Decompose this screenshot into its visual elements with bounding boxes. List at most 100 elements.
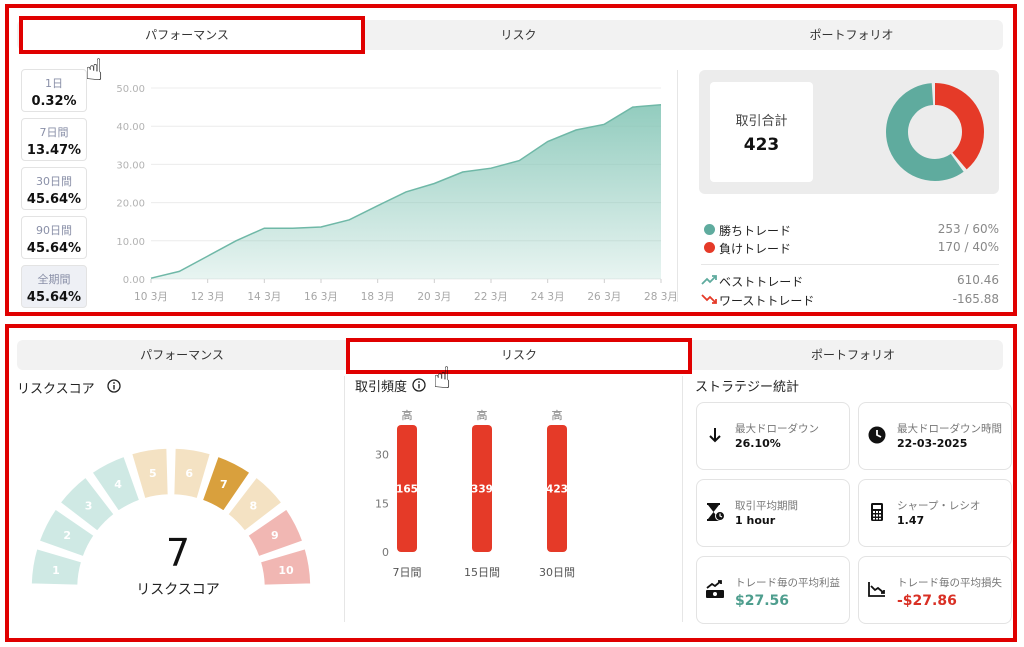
y-tick-label: 40.00 (116, 122, 145, 133)
trade-frequency-chart: 0 15 30 高 165 7日間 高 339 15日間 高 423 30日間 (375, 408, 575, 579)
risk-score-title: リスクスコア (17, 382, 95, 397)
stat-value: -$27.86 (897, 593, 957, 609)
period-label: 90日間 (36, 224, 72, 237)
top-tab-bar: パフォーマンス リスク ポートフォリオ (17, 16, 1003, 54)
stat-value: 26.10% (735, 437, 781, 450)
x-tick-label: 22 3月 (474, 291, 508, 303)
x-tick-label: 12 3月 (191, 291, 225, 303)
tab-risk[interactable]: リスク (352, 20, 685, 50)
period-7d[interactable]: 7日間 13.47% (21, 118, 87, 161)
x-tick-label: 24 3月 (531, 291, 565, 303)
performance-chart: 0.00 10.00 20.00 30.00 40.00 50.00 10 3月 12 3月 1… (116, 84, 678, 303)
tab-portfolio[interactable]: ポートフォリオ (688, 340, 1018, 370)
tab-performance[interactable]: パフォーマンス (17, 340, 347, 370)
strategy-stats-title: ストラテジー統計 (695, 380, 800, 395)
win-value: 253 / 60% (937, 222, 999, 236)
best-trade-row: ベストトレード 610.46 (701, 272, 999, 290)
best-trade-value: 610.46 (957, 273, 999, 287)
loss-dot-icon (704, 242, 715, 253)
loss-row: 負けトレード 170 / 40% (701, 239, 999, 257)
stat-card-max-drawdown-time: 最大ドローダウン時間 22-03-2025 (858, 402, 1012, 470)
x-tick-label: 28 3月 (644, 291, 678, 303)
stat-card-avg-trade-duration: 取引平均期間 1 hour (696, 479, 850, 547)
pointer-hand-icon: ☝ (433, 361, 452, 396)
period-1d[interactable]: 1日 0.32% (21, 69, 87, 112)
period-all[interactable]: 全期間 45.64% (21, 265, 87, 308)
clock-icon (868, 426, 886, 444)
period-label: 全期間 (37, 273, 71, 286)
bottom-tab-bar: パフォーマンス リスク ポートフォリオ (17, 338, 1003, 374)
y-tick-label: 30 (375, 449, 389, 462)
x-tick-label: 16 3月 (304, 291, 338, 303)
gauge-segment-label: 5 (149, 467, 157, 480)
best-trade-label: ベストトレード (719, 275, 804, 289)
divider (682, 376, 683, 622)
bar-tag: 高 (477, 408, 488, 422)
x-tick-label: 26 3月 (587, 291, 621, 303)
y-tick-label: 50.00 (116, 84, 145, 95)
period-90d[interactable]: 90日間 45.64% (21, 216, 87, 259)
gauge-segment-label: 4 (114, 478, 122, 491)
stat-value: 1.47 (897, 514, 925, 527)
x-tick-label: 14 3月 (247, 291, 281, 303)
stat-card-avg-loss: トレード毎の平均損失 -$27.86 (858, 556, 1012, 624)
tab-portfolio[interactable]: ポートフォリオ (685, 20, 1018, 50)
trend-down-icon (701, 294, 717, 304)
y-tick-label: 0.00 (123, 275, 145, 286)
bar-value-label: 165 (396, 484, 418, 496)
divider (677, 70, 678, 302)
x-tick-label: 20 3月 (417, 291, 451, 303)
risk-score-caption: リスクスコア (136, 582, 220, 598)
divider (344, 376, 345, 622)
stat-label: トレード毎の平均損失 (897, 577, 1002, 589)
gauge-segment-label: 10 (278, 564, 294, 577)
gauge-segment-label: 1 (52, 564, 60, 577)
stat-value: 22-03-2025 (897, 437, 968, 450)
info-icon[interactable] (412, 378, 426, 392)
bar-tag: 高 (552, 408, 563, 422)
period-label: 7日間 (39, 126, 69, 139)
worst-trade-value: -165.88 (952, 292, 999, 306)
y-tick-label: 10.00 (116, 237, 145, 248)
stat-label: シャープ・レシオ (897, 500, 981, 512)
period-value: 45.64% (26, 192, 82, 207)
y-tick-label: 15 (375, 497, 389, 510)
y-tick-label: 20.00 (116, 199, 145, 210)
bar-category-label: 15日間 (464, 566, 500, 579)
trade-frequency-title: 取引頻度 (355, 380, 408, 395)
total-trades-label: 取引合計 (735, 114, 788, 129)
period-value: 0.32% (31, 94, 77, 109)
info-icon[interactable] (107, 379, 121, 393)
performance-panel: パフォーマンス リスク ポートフォリオ ☝ 1日 0.32% 7日間 13.47… (5, 4, 1017, 316)
hourglass-icon (707, 503, 725, 521)
gauge-segment-label: 9 (271, 529, 279, 542)
gauge-segment-label: 6 (185, 467, 193, 480)
worst-trade-label: ワーストトレード (719, 294, 815, 308)
stat-label: 最大ドローダウン時間 (897, 423, 1002, 435)
period-value: 13.47% (26, 143, 82, 158)
bar-tag: 高 (402, 408, 413, 422)
risk-panel: パフォーマンス リスク ポートフォリオ ☝ リスクスコア 1 2 3 4 5 6 7 8 9 10… (5, 324, 1017, 642)
period-value: 45.64% (26, 290, 82, 305)
win-dot-icon (704, 224, 715, 235)
gauge-segment-label: 2 (63, 529, 71, 542)
stat-card-avg-profit: トレード毎の平均利益 $27.56 (696, 556, 850, 624)
gauge-segment-label: 3 (85, 500, 93, 513)
risk-score-value: 7 (165, 531, 191, 575)
tab-performance[interactable]: パフォーマンス (17, 20, 357, 50)
period-30d[interactable]: 30日間 45.64% (21, 167, 87, 210)
stat-card-sharpe-ratio: シャープ・レシオ 1.47 (858, 479, 1012, 547)
divider (701, 264, 999, 265)
summary-box: 取引合計 423 (699, 70, 999, 194)
bar-category-label: 7日間 (393, 566, 422, 579)
win-row: 勝ちトレード 253 / 60% (701, 221, 999, 239)
trend-up-icon (701, 275, 717, 285)
bar-category-label: 30日間 (539, 566, 575, 579)
period-value: 45.64% (26, 241, 82, 256)
bar-value-label: 423 (546, 484, 568, 496)
loss-label: 負けトレード (719, 242, 792, 256)
win-label: 勝ちトレード (719, 224, 792, 238)
profit-chart-icon (706, 580, 724, 598)
tab-risk[interactable]: リスク (350, 340, 688, 370)
arrow-down-icon (709, 428, 721, 443)
